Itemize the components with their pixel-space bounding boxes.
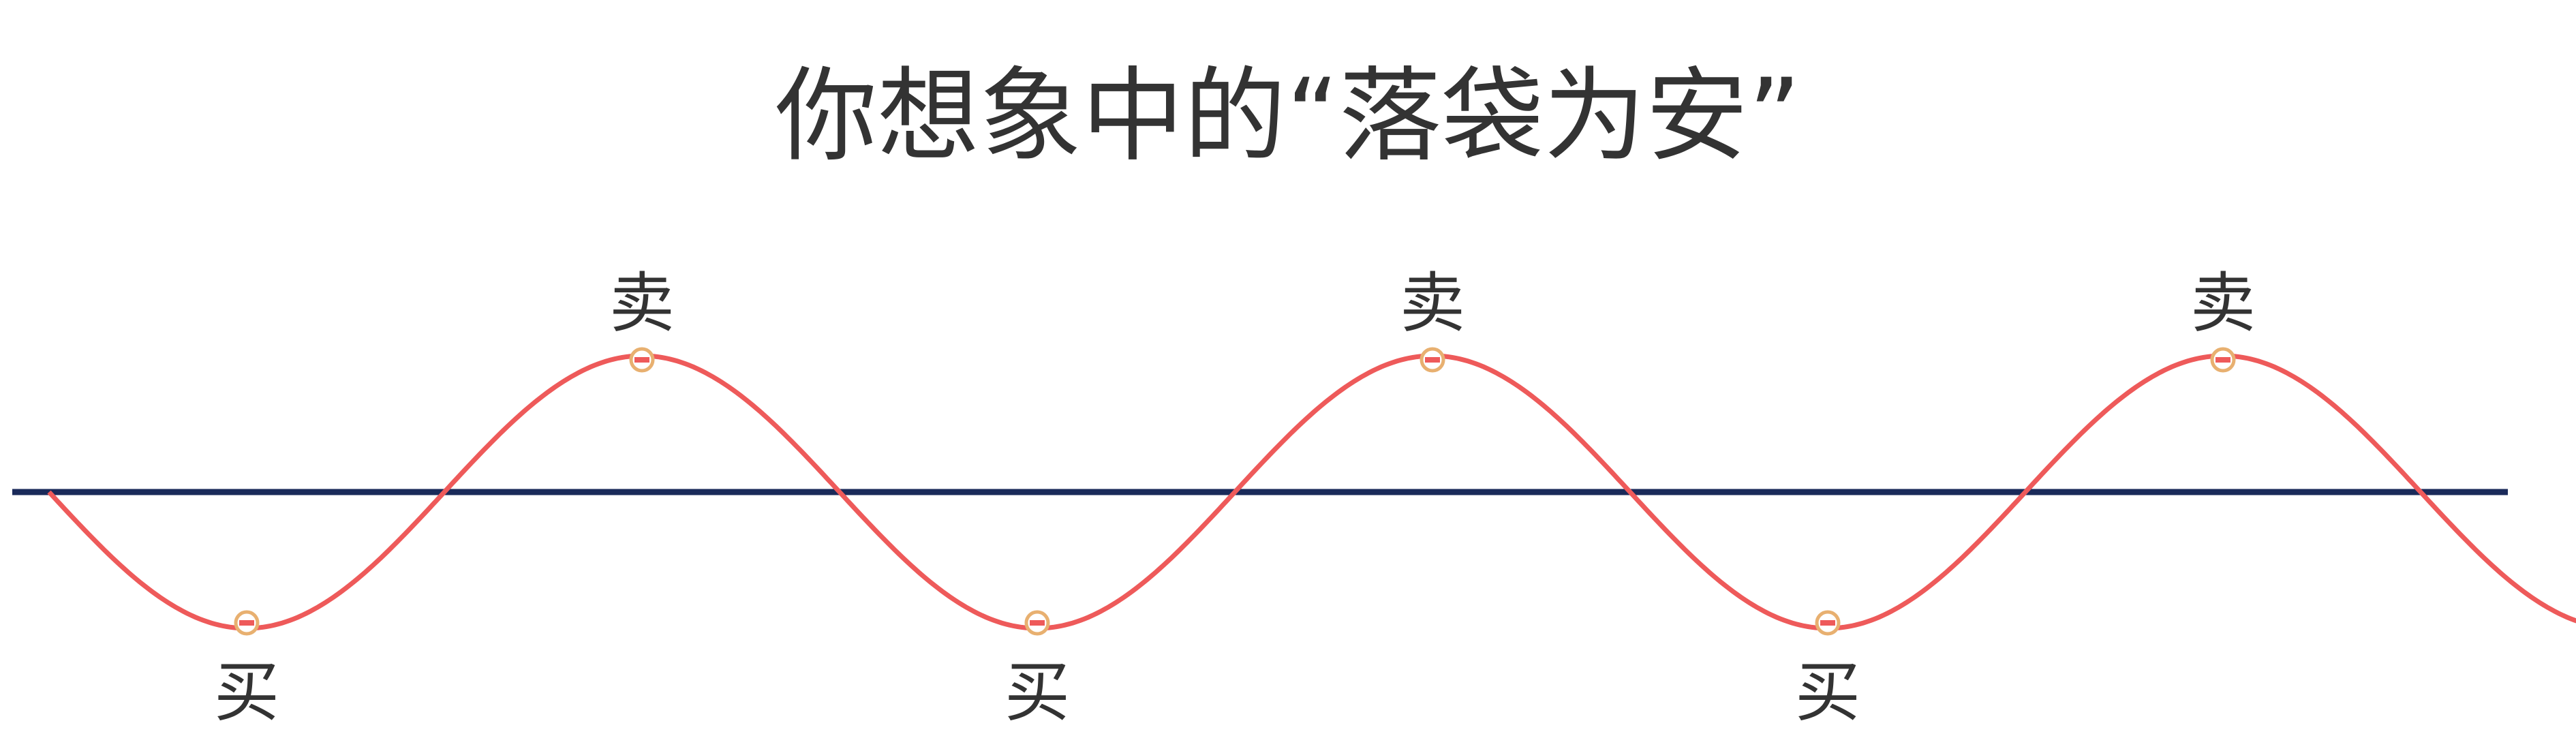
buy-point [1815,610,1841,636]
buy-point [234,610,260,636]
buy-label: 买 [1005,654,1070,731]
sell-point [1420,347,1445,373]
sell-point [629,347,655,373]
swing-trading-diagram: 你想象中的“落袋为安” 买买买买买买卖卖卖卖卖卖 [12,57,2576,731]
buy-label: 买 [214,654,279,731]
diagram-title: 你想象中的“落袋为安” [775,57,1800,176]
sell-label: 卖 [2190,265,2256,341]
sell-label: 卖 [609,265,675,341]
buy-label: 买 [1795,654,1860,731]
trade-labels: 买买买买买买卖卖卖卖卖卖 [214,265,2256,731]
buy-point [1024,610,1050,636]
sell-label: 卖 [1400,265,1465,341]
sell-point [2210,347,2236,373]
